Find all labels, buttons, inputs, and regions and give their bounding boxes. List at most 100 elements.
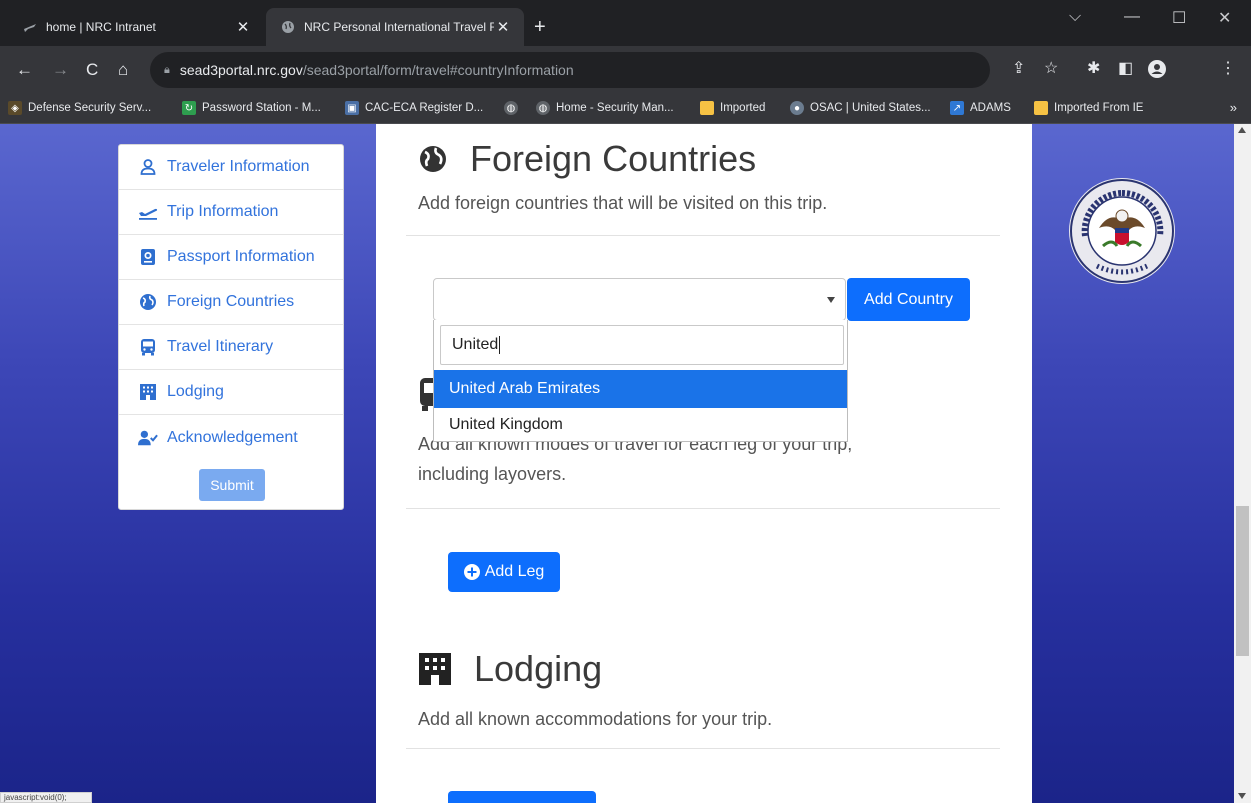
add-country-button[interactable]: Add Country (847, 278, 970, 321)
bookmark-label: ADAMS (970, 102, 1011, 114)
osac-icon: ● (790, 101, 804, 115)
chevron-down-icon (827, 297, 835, 303)
section-divider (406, 508, 1000, 509)
tab-title: NRC Personal International Travel Fo (304, 20, 494, 34)
bus-icon (138, 337, 158, 357)
reload-icon[interactable]: C (86, 60, 98, 80)
bookmark-label: Password Station - M... (202, 102, 321, 114)
section-divider (406, 235, 1000, 236)
bookmark-item[interactable]: ◍ Home - Security Man... (536, 101, 674, 115)
forward-arrow-icon[interactable]: → (52, 60, 69, 80)
globe-icon (138, 292, 158, 312)
scroll-up-arrow-icon[interactable] (1238, 127, 1246, 133)
close-tab-icon[interactable]: ✕ (234, 18, 252, 36)
bookmarks-overflow-icon[interactable]: » (1230, 100, 1237, 115)
bookmark-label: Defense Security Serv... (28, 102, 152, 114)
bookmark-item[interactable]: ◈ Defense Security Serv... (8, 101, 151, 115)
dropdown-option[interactable]: United Kingdom (434, 408, 847, 442)
url-host: sead3portal.nrc.gov (179, 62, 303, 78)
form-content: Foreign Countries Add foreign countries … (376, 124, 1032, 803)
section-title-text: Foreign Countries (470, 138, 757, 179)
sidebar-item-label: Foreign Countries (167, 293, 295, 310)
tab-title: home | NRC Intranet (46, 20, 156, 34)
globe-icon (280, 19, 296, 35)
bookmark-star-icon[interactable]: ☆ (1044, 60, 1058, 78)
address-bar[interactable]: 🔒︎ sead3portal.nrc.gov/sead3portal/form/… (150, 52, 990, 88)
sidebar-item-label: Traveler Information (167, 158, 310, 175)
adams-icon: ↗ (950, 101, 964, 115)
text-cursor (499, 336, 501, 354)
close-tab-icon[interactable]: ✕ (494, 18, 512, 36)
bookmark-label: CAC-ECA Register D... (365, 102, 484, 114)
sidebar-item-label: Trip Information (167, 203, 279, 220)
cac-icon: ▣ (345, 101, 359, 115)
nrc-seal-logo (1067, 176, 1177, 286)
country-select[interactable] (433, 278, 846, 321)
bookmark-folder[interactable]: Imported (700, 101, 765, 115)
extensions-icon[interactable]: ✱ (1087, 60, 1100, 78)
minimize-button[interactable]: — (1124, 8, 1140, 26)
country-search-input[interactable]: United (440, 325, 844, 365)
form-section-nav: Traveler Information Trip Information Pa… (118, 144, 344, 510)
plane-icon (138, 202, 158, 222)
sidebar-item-label: Travel Itinerary (167, 338, 274, 355)
country-search-value: United (452, 336, 499, 353)
page-scrollbar[interactable] (1234, 124, 1251, 803)
passport-icon (138, 247, 158, 267)
jet-icon (22, 19, 38, 35)
profile-icon[interactable] (1148, 60, 1166, 83)
dss-icon: ◈ (8, 101, 22, 115)
submit-button[interactable]: Submit (199, 469, 265, 501)
dropdown-option-highlighted[interactable]: United Arab Emirates (434, 370, 847, 408)
folder-icon (700, 101, 714, 115)
bookmark-folder[interactable]: Imported From IE (1034, 101, 1143, 115)
sidebar-item-trip-information[interactable]: Trip Information (119, 190, 343, 235)
plus-circle-icon (463, 564, 480, 580)
share-icon[interactable]: ⇪ (1012, 60, 1025, 78)
user-check-icon (138, 428, 158, 448)
sidebar-item-travel-itinerary[interactable]: Travel Itinerary (119, 325, 343, 370)
add-leg-button[interactable]: Add Leg (448, 552, 560, 592)
add-leg-label: Add Leg (484, 563, 545, 580)
home-icon[interactable]: ⌂ (118, 60, 128, 80)
globe-icon: ◍ (504, 101, 518, 115)
bookmark-item[interactable]: ▣ CAC-ECA Register D... (345, 101, 483, 115)
sidebar-item-label: Passport Information (167, 248, 315, 265)
add-lodging-button[interactable] (448, 791, 596, 803)
user-icon (138, 157, 158, 177)
description-line: including layovers. (418, 464, 567, 484)
hotel-icon (138, 382, 158, 402)
sidebar-item-lodging[interactable]: Lodging (119, 370, 343, 415)
sidebar-item-label: Acknowledgement (167, 428, 298, 446)
maximize-button[interactable]: ☐ (1172, 8, 1186, 28)
bookmark-item[interactable]: ● OSAC | United States... (790, 101, 931, 115)
sidebar-item-passport-information[interactable]: Passport Information (119, 235, 343, 280)
menu-kebab-icon[interactable]: ⋮ (1220, 60, 1236, 78)
bookmark-label: Imported (720, 102, 766, 114)
tab-search-icon[interactable]: ⌵ (1069, 8, 1081, 26)
side-panel-icon[interactable]: ◧ (1118, 60, 1133, 78)
back-arrow-icon[interactable]: ← (16, 60, 33, 80)
new-tab-button[interactable]: + (534, 17, 546, 37)
url-path: /sead3portal/form/travel#countryInformat… (302, 62, 574, 78)
password-station-icon: ↻ (182, 101, 196, 115)
sidebar-item-traveler-information[interactable]: Traveler Information (119, 145, 343, 190)
sidebar-item-acknowledgement[interactable]: Acknowledgement (119, 415, 343, 460)
scrollbar-thumb[interactable] (1236, 506, 1249, 656)
section-description: Add all known accommodations for your tr… (418, 709, 773, 729)
bookmark-item[interactable]: ◍ (504, 101, 524, 115)
sidebar-item-foreign-countries[interactable]: Foreign Countries (119, 280, 343, 325)
bookmark-item[interactable]: ↻ Password Station - M... (182, 101, 321, 115)
country-dropdown: United United Arab Emirates United Kingd… (433, 320, 848, 442)
tab-travel-form[interactable]: NRC Personal International Travel Fo ✕ (266, 8, 524, 46)
tab-nrc-intranet[interactable]: home | NRC Intranet ✕ (8, 8, 264, 46)
lock-icon: 🔒︎ (164, 63, 170, 76)
close-window-button[interactable]: ✕ (1218, 8, 1231, 28)
bookmark-label: OSAC | United States... (810, 102, 931, 114)
sidebar-item-label: Lodging (167, 383, 224, 400)
bookmark-item[interactable]: ↗ ADAMS (950, 101, 1011, 115)
page-viewport: Traveler Information Trip Information Pa… (0, 124, 1234, 803)
browser-toolbar: ← → C ⌂ 🔒︎ sead3portal.nrc.gov/sead3port… (0, 46, 1251, 96)
section-title-text: Lodging (474, 648, 603, 689)
scroll-down-arrow-icon[interactable] (1238, 793, 1246, 799)
